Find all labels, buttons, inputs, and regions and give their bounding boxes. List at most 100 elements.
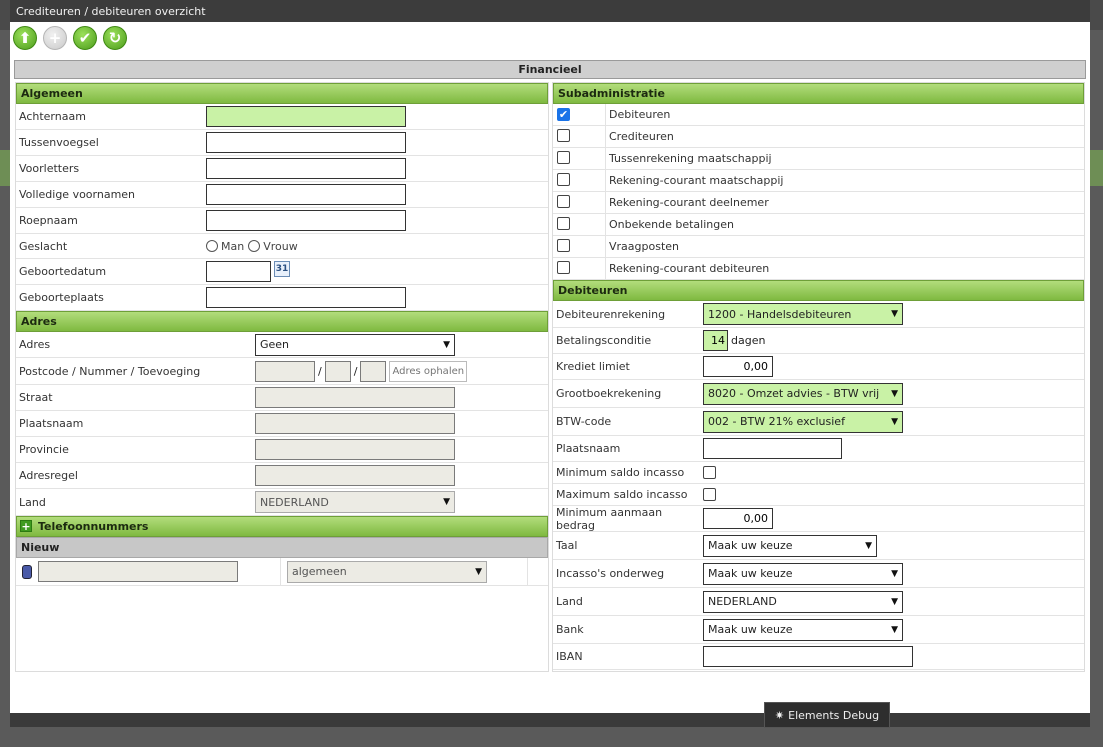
straat-input[interactable] bbox=[255, 387, 455, 408]
row-plaatsnaam: Plaatsnaam bbox=[16, 411, 548, 437]
taal-label: Taal bbox=[556, 539, 578, 552]
deb-land-select[interactable]: NEDERLAND ▼ bbox=[703, 590, 903, 613]
adres-ophalen-input[interactable] bbox=[389, 360, 468, 382]
sub-checkbox-cell: ✔ bbox=[553, 108, 605, 121]
sub-row: Rekening-courant maatschappij bbox=[553, 170, 1084, 192]
save-button[interactable]: ✔ bbox=[73, 26, 97, 50]
roepnaam-input[interactable] bbox=[206, 210, 406, 231]
land-select[interactable]: NEDERLAND ▼ bbox=[255, 491, 455, 513]
taal-select[interactable]: Maak uw keuze ▼ bbox=[703, 534, 877, 557]
up-arrow-icon: ⬆ bbox=[18, 29, 32, 47]
voorletters-input[interactable] bbox=[206, 158, 406, 179]
plaatsnaam-input[interactable] bbox=[255, 413, 455, 434]
radio-man-label: Man bbox=[221, 239, 245, 253]
algemeen-header: Algemeen bbox=[16, 83, 548, 104]
provincie-input[interactable] bbox=[255, 439, 455, 460]
postcode-input[interactable] bbox=[255, 360, 315, 382]
row-min-aanmaan: Minimum aanmaan bedrag bbox=[553, 506, 1084, 532]
debug-gear-icon: ✷ bbox=[774, 709, 785, 722]
row-max-saldo: Maximum saldo incasso bbox=[553, 484, 1084, 506]
telefoon-input[interactable] bbox=[38, 561, 238, 582]
iban-input[interactable] bbox=[703, 646, 913, 667]
achternaam-input[interactable] bbox=[206, 106, 406, 127]
radio-man[interactable] bbox=[206, 240, 218, 252]
row-geboorteplaats: Geboorteplaats bbox=[16, 285, 548, 311]
refresh-button[interactable]: ↻ bbox=[103, 26, 127, 50]
min-aanmaan-input[interactable] bbox=[703, 508, 773, 529]
radio-vrouw-label: Vrouw bbox=[263, 239, 298, 253]
calendar-icon[interactable]: 31 bbox=[274, 260, 290, 277]
adres-select[interactable]: Geen ▼ bbox=[255, 333, 455, 356]
sub-checkbox-cell bbox=[553, 194, 605, 211]
sub-row: Onbekende betalingen bbox=[553, 214, 1084, 236]
sub-label: Rekening-courant maatschappij bbox=[605, 170, 1084, 191]
sub-checkbox[interactable]: ✔ bbox=[557, 108, 570, 121]
chevron-down-icon: ▼ bbox=[891, 596, 898, 607]
deb-land-value: NEDERLAND bbox=[708, 595, 777, 608]
telefoon-type-select[interactable]: algemeen ▼ bbox=[287, 560, 487, 583]
postcode-label: Postcode / Nummer / Toevoeging bbox=[19, 364, 201, 378]
row-incasso: Incasso's onderweg Maak uw keuze ▼ bbox=[553, 560, 1084, 588]
telefoon-type-value: algemeen bbox=[292, 565, 347, 578]
betalingsconditie-input[interactable] bbox=[703, 330, 728, 351]
sub-checkbox[interactable] bbox=[557, 172, 570, 186]
check-icon: ✔ bbox=[78, 29, 92, 47]
geboortedatum-label: Geboortedatum bbox=[19, 265, 107, 278]
debiteurenrekening-select[interactable]: 1200 - Handelsdebiteuren ▼ bbox=[703, 303, 903, 325]
grootboekrekening-select[interactable]: 8020 - Omzet advies - BTW vrij ▼ bbox=[703, 382, 903, 405]
huisnummer-input[interactable] bbox=[324, 360, 351, 382]
chevron-down-icon: ▼ bbox=[475, 566, 482, 577]
subadministratie-list: ✔ Debiteuren Crediteuren Tussenrekening maa… bbox=[553, 104, 1084, 280]
telefoon-header[interactable]: + Telefoonnummers bbox=[16, 516, 548, 537]
elements-debug-tab[interactable]: ✷ Elements Debug bbox=[764, 702, 890, 728]
sub-checkbox[interactable] bbox=[557, 260, 570, 274]
deb-plaatsnaam-label: Plaatsnaam bbox=[556, 442, 621, 455]
toolbar: ⬆ + ✔ ↻ bbox=[13, 26, 127, 52]
tussenvoegsel-input[interactable] bbox=[206, 132, 406, 153]
min-saldo-checkbox[interactable] bbox=[703, 466, 716, 479]
sub-row: Rekening-courant debiteuren bbox=[553, 258, 1084, 280]
refresh-icon: ↻ bbox=[108, 29, 122, 47]
chevron-down-icon: ▼ bbox=[891, 388, 898, 399]
btwcode-label: BTW-code bbox=[556, 415, 612, 428]
sub-label: Onbekende betalingen bbox=[605, 214, 1084, 235]
sub-checkbox[interactable] bbox=[557, 216, 570, 230]
sub-checkbox-cell bbox=[553, 128, 605, 145]
row-geslacht: Geslacht Man Vrouw bbox=[16, 234, 548, 259]
bank-select[interactable]: Maak uw keuze ▼ bbox=[703, 618, 903, 641]
row-adresregel: Adresregel bbox=[16, 463, 548, 489]
elements-debug-label: Elements Debug bbox=[788, 709, 880, 722]
sub-label: Debiteuren bbox=[605, 104, 1084, 125]
radio-vrouw[interactable] bbox=[248, 240, 261, 252]
incasso-label: Incasso's onderweg bbox=[556, 567, 665, 580]
sub-checkbox[interactable] bbox=[557, 150, 570, 164]
max-saldo-checkbox[interactable] bbox=[703, 488, 716, 501]
add-button[interactable]: + bbox=[43, 26, 67, 50]
incasso-select[interactable]: Maak uw keuze ▼ bbox=[703, 562, 903, 585]
geboortedatum-input[interactable] bbox=[206, 261, 271, 282]
up-arrow-button[interactable]: ⬆ bbox=[13, 26, 37, 50]
sub-checkbox[interactable] bbox=[557, 238, 570, 252]
phone-icon bbox=[22, 564, 32, 579]
adres-select-value: Geen bbox=[260, 338, 290, 351]
row-debiteurenrekening: Debiteurenrekening 1200 - Handelsdebiteu… bbox=[553, 301, 1084, 328]
postcode-sep-2: / bbox=[353, 364, 358, 378]
deb-plaatsnaam-input[interactable] bbox=[703, 438, 842, 459]
sub-checkbox[interactable] bbox=[557, 194, 570, 208]
debiteuren-header: Debiteuren bbox=[553, 280, 1084, 301]
min-saldo-label: Minimum saldo incasso bbox=[556, 466, 685, 479]
row-kredietlimiet: Krediet limiet bbox=[553, 354, 1084, 380]
voorletters-label: Voorletters bbox=[19, 162, 80, 175]
voornamen-input[interactable] bbox=[206, 184, 406, 205]
sub-checkbox[interactable] bbox=[557, 128, 570, 142]
geboorteplaats-input[interactable] bbox=[206, 287, 406, 308]
btwcode-select[interactable]: 002 - BTW 21% exclusief ▼ bbox=[703, 410, 903, 433]
plus-icon: + bbox=[48, 29, 62, 47]
row-adres: Adres Geen ▼ bbox=[16, 332, 548, 358]
adresregel-input[interactable] bbox=[255, 465, 455, 486]
kredietlimiet-input[interactable] bbox=[703, 356, 773, 377]
plus-icon[interactable]: + bbox=[20, 520, 32, 532]
row-voorletters: Voorletters bbox=[16, 156, 548, 182]
toevoeging-input[interactable] bbox=[360, 360, 387, 382]
straat-label: Straat bbox=[19, 391, 53, 404]
